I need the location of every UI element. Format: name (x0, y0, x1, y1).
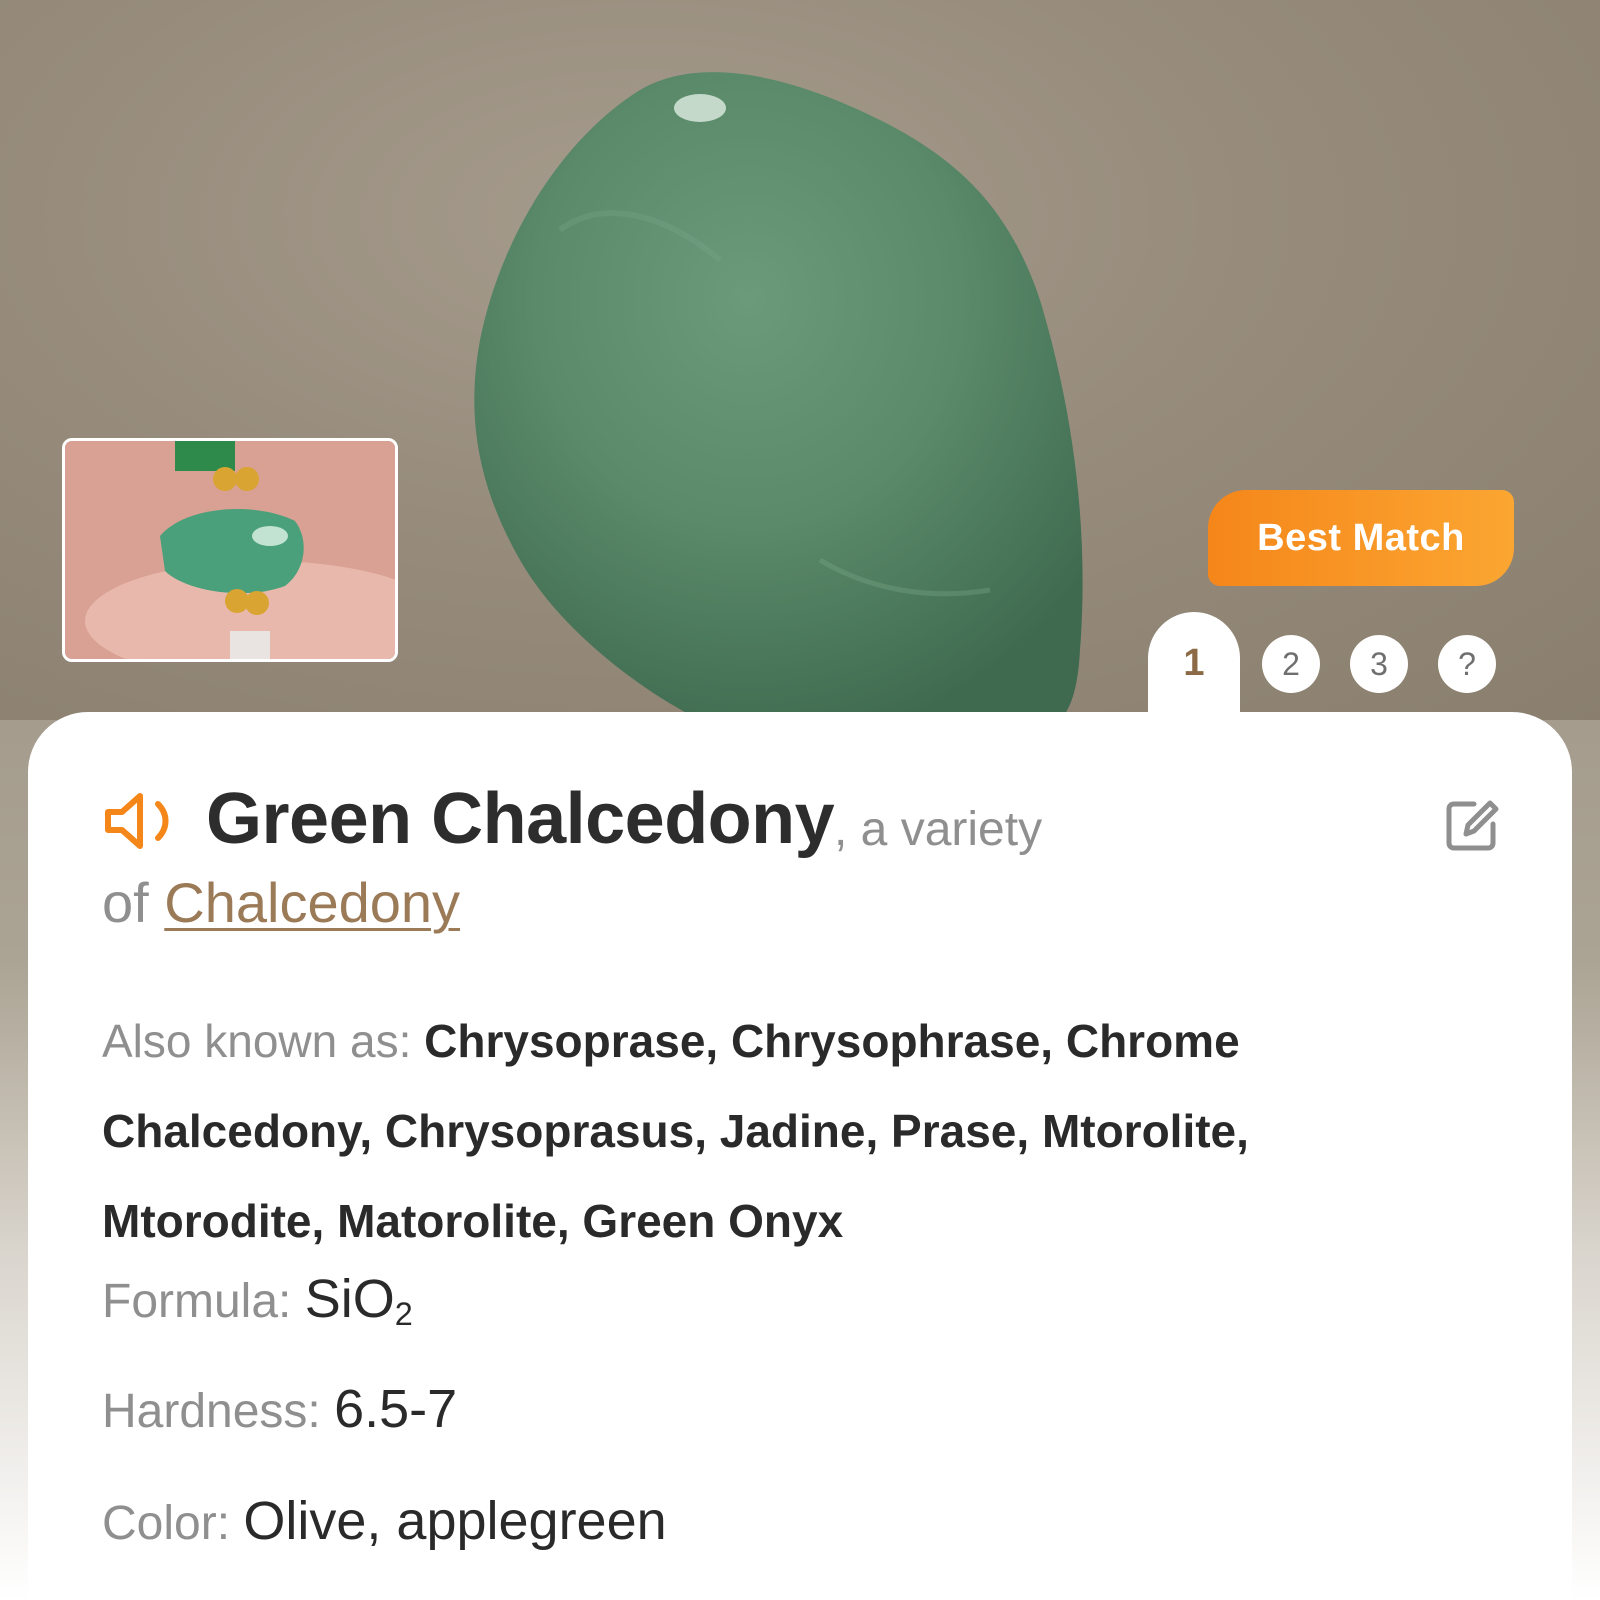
user-photo-thumbnail[interactable] (62, 438, 398, 662)
tab-label: 3 (1370, 645, 1388, 682)
tab-label: 2 (1282, 645, 1300, 682)
of-label: of (102, 871, 165, 934)
tab-result-2[interactable]: 2 (1262, 635, 1320, 693)
also-known-as-label: Also known as: (102, 1015, 425, 1067)
variety-text: , a variety (834, 803, 1043, 856)
formula-label: Formula: (102, 1275, 305, 1328)
best-match-label: Best Match (1257, 516, 1465, 559)
tab-result-unknown[interactable]: ? (1438, 635, 1496, 693)
hardness-value: 6.5-7 (334, 1379, 458, 1439)
color-value: Olive, applegreen (243, 1491, 667, 1551)
tab-result-3[interactable]: 3 (1350, 635, 1408, 693)
identification-result-screen: Best Match 1 2 3 ? Green Chalcedony , a … (0, 0, 1600, 1600)
hardness-label: Hardness: (102, 1385, 335, 1438)
mineral-name: Green Chalcedony (206, 779, 835, 859)
tab-label: 1 (1183, 642, 1205, 684)
parent-mineral-link[interactable]: Chalcedony (164, 871, 460, 934)
hero-photo: Best Match 1 2 3 ? (0, 0, 1600, 722)
result-tabs: 1 2 3 ? (1148, 612, 1548, 722)
color-label: Color: (102, 1497, 244, 1550)
also-known-as: Also known as: Chrysoprase, Chrysophrase… (102, 996, 1432, 1266)
formula-value: SiO2 (304, 1269, 413, 1333)
formula-subscript: 2 (394, 1296, 413, 1333)
user-photo (65, 441, 395, 659)
parent-mineral-line: of Chalcedony (102, 870, 460, 935)
best-match-badge: Best Match (1208, 490, 1514, 586)
tab-result-1[interactable]: 1 (1148, 612, 1240, 722)
edit-icon[interactable] (1444, 798, 1500, 854)
formula-main: SiO (304, 1269, 395, 1329)
formula-row: Formula: SiO2 (102, 1268, 413, 1333)
color-row: Color: Olive, applegreen (102, 1490, 667, 1552)
hardness-row: Hardness: 6.5-7 (102, 1378, 457, 1440)
tab-label: ? (1458, 645, 1476, 682)
speaker-icon[interactable] (102, 790, 186, 852)
